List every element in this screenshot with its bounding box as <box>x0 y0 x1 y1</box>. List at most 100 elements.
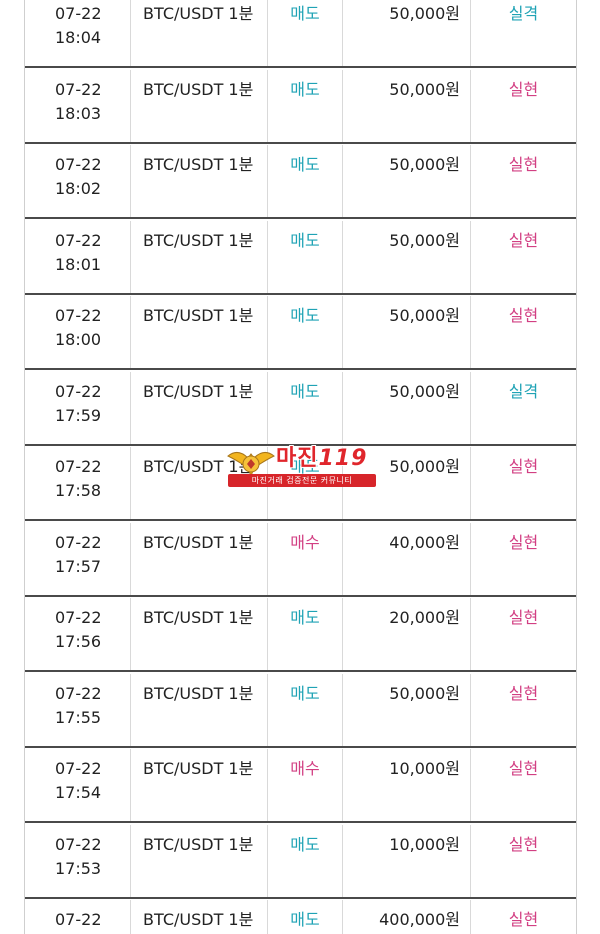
table-row: 07-22 BTC/USDT 1분 매도 400,000원 실현 <box>25 900 576 934</box>
trade-type-cell: 매도 <box>268 598 343 670</box>
trade-time-cell: 07-22 17:56 <box>25 598 131 670</box>
trade-type-cell: 매도 <box>268 0 343 66</box>
table-row: 07-22 17:55 BTC/USDT 1분 매도 50,000원 실현 <box>25 673 576 748</box>
trade-pair-cell: BTC/USDT 1분 <box>131 145 268 217</box>
trade-amount-cell: 50,000원 <box>343 0 471 66</box>
table-row: 07-22 17:53 BTC/USDT 1분 매도 10,000원 실현 <box>25 824 576 899</box>
trade-date: 07-22 <box>55 608 102 627</box>
trade-pair-cell: BTC/USDT 1분 <box>131 69 268 142</box>
trade-type-cell: 매도 <box>268 296 343 368</box>
trade-pair-cell: BTC/USDT 1분 <box>131 522 268 595</box>
trade-time: 17:55 <box>55 707 102 727</box>
trade-time: 18:04 <box>55 28 102 47</box>
trade-time-cell: 07-22 17:55 <box>25 673 131 746</box>
trade-result-cell: 실현 <box>508 457 539 476</box>
trade-amount-cell: 10,000원 <box>343 824 471 897</box>
trade-pair-cell: BTC/USDT 1분 <box>131 900 268 934</box>
trade-time-cell: 07-22 18:02 <box>25 145 131 217</box>
trade-result-cell: 실현 <box>508 910 539 929</box>
trade-result-cell: 실현 <box>508 306 539 325</box>
trade-date: 07-22 <box>55 910 102 929</box>
trade-type-cell: 매도 <box>268 220 343 293</box>
trade-type-cell: 매도 <box>268 371 343 444</box>
trade-result-cell: 실격 <box>508 4 539 23</box>
trade-amount-cell: 50,000원 <box>343 220 471 293</box>
trade-result-cell: 실현 <box>508 834 539 854</box>
trade-pair-cell: BTC/USDT 1분 <box>131 749 268 821</box>
trade-result-cell: 실현 <box>508 683 539 703</box>
trade-time: 18:01 <box>55 254 102 274</box>
trade-amount-cell: 40,000원 <box>343 522 471 595</box>
table-row: 07-22 17:56 BTC/USDT 1분 매도 20,000원 실현 <box>25 598 576 672</box>
trade-time-cell: 07-22 17:54 <box>25 749 131 821</box>
trade-time-cell: 07-22 17:53 <box>25 824 131 897</box>
trade-pair-cell: BTC/USDT 1분 <box>131 673 268 746</box>
trade-history-page: 07-22 18:04 BTC/USDT 1분 매도 50,000원 실격 07-22 18:… <box>0 0 600 934</box>
trade-type-cell: 매도 <box>268 900 343 934</box>
trade-date: 07-22 <box>55 834 102 854</box>
trade-time-cell: 07-22 <box>25 900 131 934</box>
trade-pair-cell: BTC/USDT 1분 <box>131 0 268 66</box>
trade-time: 18:02 <box>55 179 102 198</box>
trade-time: 17:53 <box>55 858 102 878</box>
trade-time-cell: 07-22 17:57 <box>25 522 131 595</box>
trade-result-cell: 실현 <box>508 230 539 250</box>
trade-date: 07-22 <box>55 381 102 401</box>
trade-result-cell: 실격 <box>508 381 539 401</box>
trade-date: 07-22 <box>55 306 102 325</box>
table-row: 07-22 18:02 BTC/USDT 1분 매도 50,000원 실현 <box>25 145 576 219</box>
trade-result-cell: 실현 <box>508 532 539 552</box>
table-row: 07-22 17:58 BTC/USDT 1분 매도 50,000원 실현 <box>25 447 576 521</box>
table-row: 07-22 17:54 BTC/USDT 1분 매수 10,000원 실현 <box>25 749 576 823</box>
trade-time-cell: 07-22 17:58 <box>25 447 131 519</box>
trade-date: 07-22 <box>55 4 102 23</box>
trade-amount-cell: 50,000원 <box>343 447 471 519</box>
trade-time-cell: 07-22 18:00 <box>25 296 131 368</box>
trade-time: 17:59 <box>55 405 102 425</box>
table-row: 07-22 18:04 BTC/USDT 1분 매도 50,000원 실격 <box>25 0 576 68</box>
trade-date: 07-22 <box>55 759 102 778</box>
trade-pair-cell: BTC/USDT 1분 <box>131 598 268 670</box>
trade-result-cell: 실현 <box>508 608 539 627</box>
trade-type-cell: 매도 <box>268 673 343 746</box>
trade-amount-cell: 50,000원 <box>343 296 471 368</box>
trade-time: 17:58 <box>55 481 102 500</box>
trade-amount-cell: 50,000원 <box>343 145 471 217</box>
trade-amount-cell: 400,000원 <box>343 900 471 934</box>
trade-date: 07-22 <box>55 155 102 174</box>
table-row: 07-22 17:57 BTC/USDT 1분 매수 40,000원 실현 <box>25 522 576 597</box>
trade-result-cell: 실현 <box>508 759 539 778</box>
trade-result-cell: 실현 <box>508 155 539 174</box>
trade-date: 07-22 <box>55 457 102 476</box>
trade-date: 07-22 <box>55 532 102 552</box>
trade-pair-cell: BTC/USDT 1분 <box>131 220 268 293</box>
trade-result-cell: 실현 <box>508 79 539 99</box>
trade-amount-cell: 50,000원 <box>343 371 471 444</box>
trade-time-cell: 07-22 18:03 <box>25 69 131 142</box>
trade-type-cell: 매도 <box>268 824 343 897</box>
trade-time: 17:57 <box>55 556 102 576</box>
trade-pair-cell: BTC/USDT 1분 <box>131 296 268 368</box>
trade-time: 18:00 <box>55 330 102 349</box>
trade-pair-cell: BTC/USDT 1분 <box>131 371 268 444</box>
table-row: 07-22 18:01 BTC/USDT 1분 매도 50,000원 실현 <box>25 220 576 295</box>
trade-time: 17:56 <box>55 632 102 651</box>
trade-history-table: 07-22 18:04 BTC/USDT 1분 매도 50,000원 실격 07-22 18:… <box>24 0 577 934</box>
trade-time-cell: 07-22 18:01 <box>25 220 131 293</box>
trade-amount-cell: 10,000원 <box>343 749 471 821</box>
trade-pair-cell: BTC/USDT 1분 <box>131 447 268 519</box>
trade-amount-cell: 50,000원 <box>343 69 471 142</box>
trade-type-cell: 매수 <box>268 522 343 595</box>
trade-pair-cell: BTC/USDT 1분 <box>131 824 268 897</box>
table-row: 07-22 18:00 BTC/USDT 1분 매도 50,000원 실현 <box>25 296 576 370</box>
trade-date: 07-22 <box>55 230 102 250</box>
trade-time-cell: 07-22 17:59 <box>25 371 131 444</box>
table-row: 07-22 18:03 BTC/USDT 1분 매도 50,000원 실현 <box>25 69 576 144</box>
table-row: 07-22 17:59 BTC/USDT 1분 매도 50,000원 실격 <box>25 371 576 446</box>
trade-type-cell: 매수 <box>268 749 343 821</box>
trade-type-cell: 매도 <box>268 145 343 217</box>
trade-amount-cell: 50,000원 <box>343 673 471 746</box>
trade-type-cell: 매도 <box>268 447 343 519</box>
trade-date: 07-22 <box>55 683 102 703</box>
trade-time-cell: 07-22 18:04 <box>25 0 131 66</box>
